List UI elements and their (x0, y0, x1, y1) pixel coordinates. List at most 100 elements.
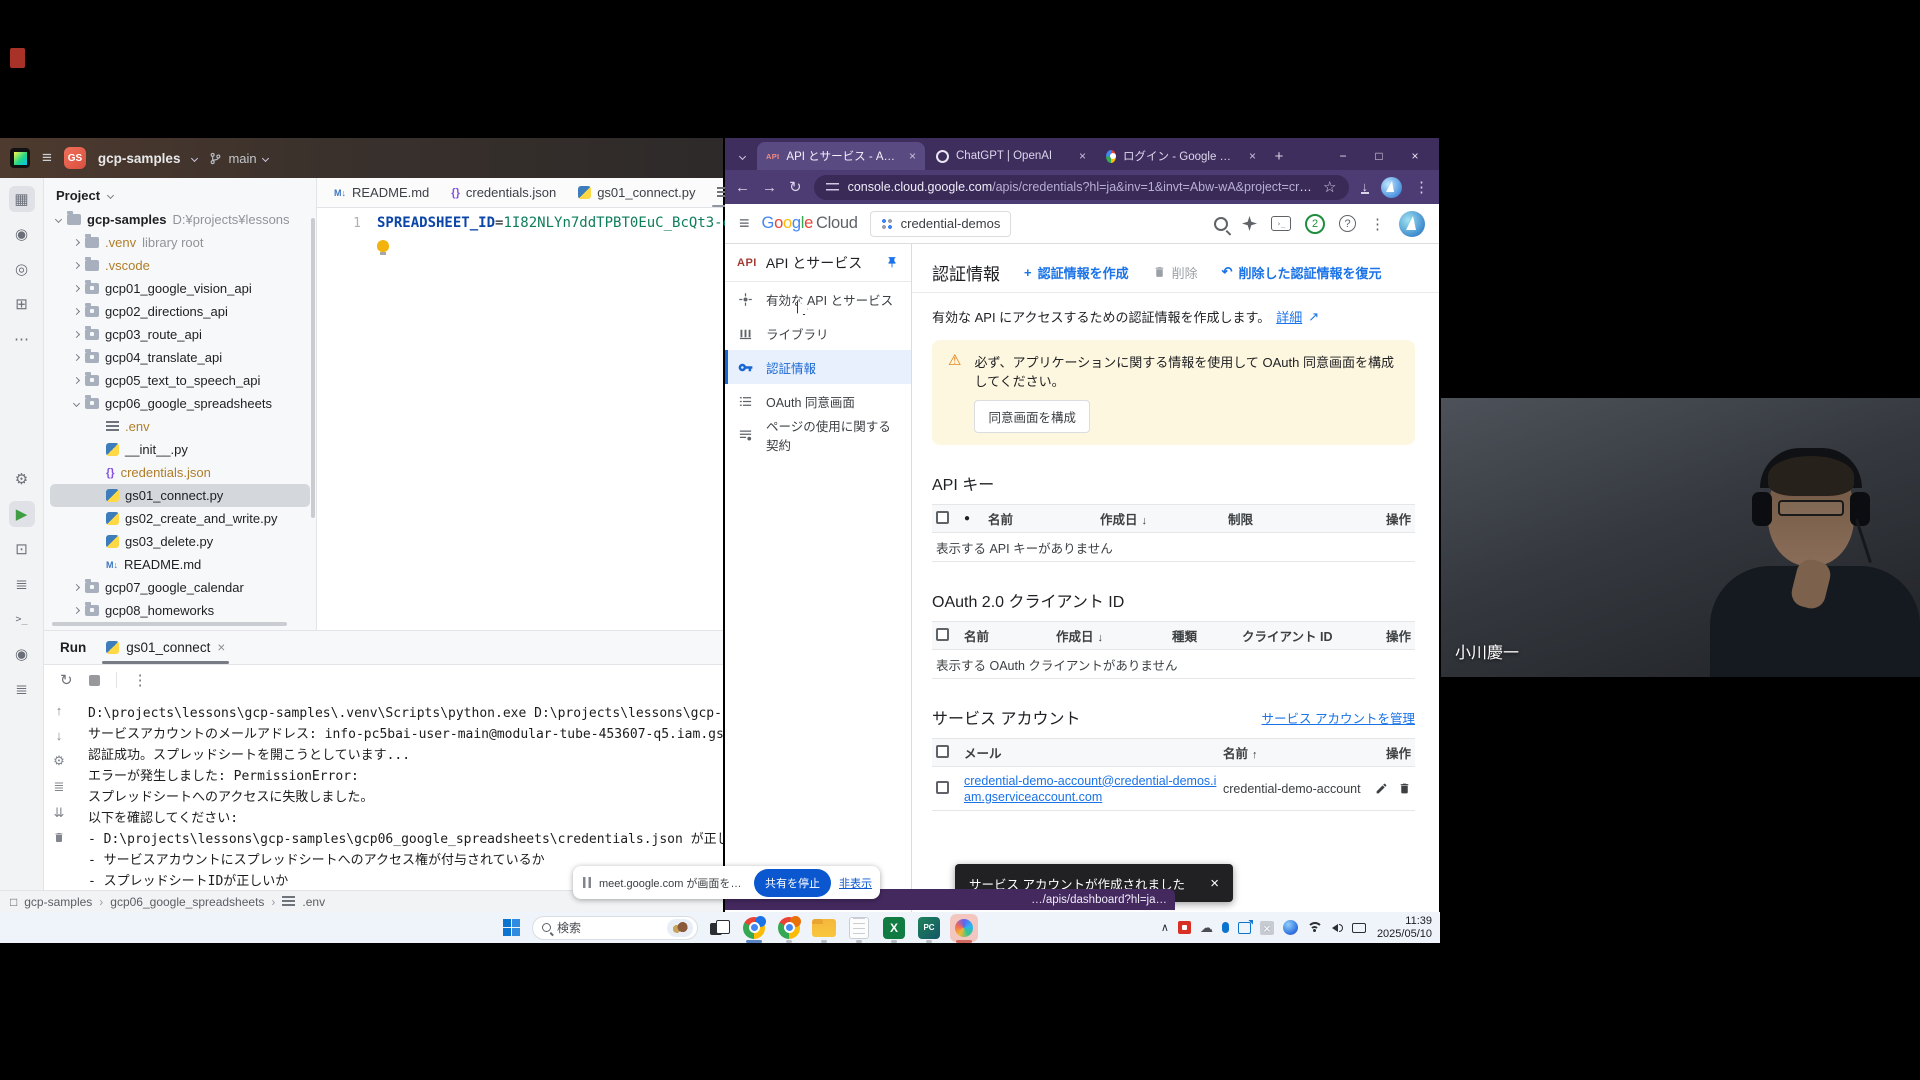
configure-consent-button[interactable]: 同意画面を構成 (974, 400, 1090, 433)
column-header[interactable]: 名前 (964, 626, 1056, 645)
main-menu-icon[interactable]: ≡ (42, 148, 52, 168)
chevron-right-icon[interactable] (73, 331, 80, 338)
scroll-to-end-icon[interactable]: ⇊ (54, 805, 65, 821)
site-settings-icon[interactable] (826, 183, 839, 192)
terminal-tool-icon[interactable]: >_ (9, 606, 35, 632)
tab-google-login[interactable]: ログイン - Google アカウント × (1097, 142, 1265, 170)
sidebar-item-enabled-apis[interactable]: 有効な API とサービス (725, 282, 911, 316)
trash-icon[interactable] (1398, 782, 1411, 795)
breadcrumb[interactable]: gcp-samples (24, 895, 92, 909)
gemini-icon[interactable] (1242, 216, 1257, 231)
forward-icon[interactable]: → (762, 179, 777, 196)
sidebar-item-credentials[interactable]: 認証情報 (725, 350, 911, 384)
chevron-right-icon[interactable] (73, 308, 80, 315)
tab-search-icon[interactable] (731, 145, 753, 167)
taskbar-clock[interactable]: 11:39 2025/05/10 (1377, 915, 1432, 941)
column-header[interactable]: 作成日↓ (1056, 626, 1172, 645)
editor-area[interactable]: 1 SPREADSHEET_ID=1I82NLYn7ddTPBT0EuC_BcQ… (317, 208, 723, 630)
scroll-bottom-icon[interactable]: ↓ (56, 728, 63, 743)
rotation-lock-icon[interactable] (1352, 923, 1366, 933)
tab-credentials[interactable]: {} credentials.json (440, 178, 567, 207)
cloud-shell-icon[interactable]: ›_ (1271, 216, 1291, 231)
tree-item-gs02[interactable]: gs02_create_and_write.py (50, 507, 310, 530)
rerun-icon[interactable]: ↻ (60, 671, 73, 689)
more-options-icon[interactable]: ⋮ (133, 671, 148, 689)
back-icon[interactable]: ← (735, 179, 750, 196)
copilot-tray-icon[interactable] (1283, 920, 1298, 935)
column-header[interactable]: メール (964, 743, 1223, 762)
tree-item-gcp03[interactable]: gcp03_route_api (50, 323, 310, 346)
project-panel-header[interactable]: Project (44, 182, 316, 208)
tree-item-readme[interactable]: M↓ README.md (50, 553, 310, 576)
start-button[interactable] (497, 914, 525, 942)
reload-icon[interactable]: ↻ (789, 178, 802, 196)
scroll-top-icon[interactable]: ↑ (56, 703, 63, 718)
chevron-right-icon[interactable] (73, 285, 80, 292)
chevron-right-icon[interactable] (73, 607, 80, 614)
row-checkbox[interactable] (936, 781, 949, 794)
close-icon[interactable]: × (1210, 875, 1219, 892)
column-header[interactable]: 名前↑ (1223, 743, 1363, 762)
tray-app-icon[interactable] (1178, 921, 1191, 934)
wifi-icon[interactable] (1307, 922, 1323, 933)
minimize-button[interactable]: − (1325, 143, 1361, 169)
commit-tool-icon[interactable]: ◉ (9, 221, 35, 247)
chevron-right-icon[interactable] (73, 262, 80, 269)
console-settings-icon[interactable]: ⚙ (53, 753, 65, 769)
run-config-tab[interactable]: gs01_connect × (106, 631, 225, 664)
chevron-right-icon[interactable] (73, 239, 80, 246)
tree-item-venv[interactable]: .venv library root (50, 231, 310, 254)
tree-item-root[interactable]: gcp-samples D:¥projects¥lessons (50, 208, 310, 231)
tab-readme[interactable]: M↓ README.md (323, 178, 440, 207)
todo-tool-icon[interactable]: ≣ (9, 676, 35, 702)
column-header[interactable]: クライアント ID (1242, 626, 1371, 645)
snip-icon[interactable] (1238, 922, 1251, 934)
taskbar-pycharm[interactable]: PC (915, 914, 943, 942)
profile-avatar[interactable] (1381, 177, 1402, 198)
chevron-down-icon[interactable] (55, 216, 62, 223)
stop-sharing-button[interactable]: 共有を停止 (754, 869, 831, 897)
taskbar-explorer[interactable] (810, 914, 838, 942)
console-output[interactable]: D:\projects\lessons\gcp-samples\.venv\Sc… (74, 695, 723, 890)
more-options-icon[interactable]: ⋮ (1370, 215, 1385, 233)
address-bar[interactable]: console.cloud.google.com/apis/credential… (814, 175, 1349, 200)
column-header[interactable]: 名前 (988, 509, 1100, 528)
chevron-down-icon[interactable] (73, 400, 80, 407)
delete-button[interactable]: 削除 (1153, 263, 1198, 282)
tree-item-vscode[interactable]: .vscode (50, 254, 310, 277)
project-name[interactable]: gcp-samples (98, 151, 181, 166)
run-tool-icon[interactable]: ▶ (9, 501, 35, 527)
service-account-row[interactable]: credential-demo-account@credential-demos… (932, 767, 1415, 811)
tree-item-gs01-selected[interactable]: gs01_connect.py (50, 484, 310, 507)
sidebar-item-library[interactable]: ライブラリ (725, 316, 911, 350)
project-selector[interactable]: credential-demos (870, 211, 1012, 237)
stop-icon[interactable] (89, 675, 100, 686)
help-icon[interactable]: ? (1339, 215, 1356, 232)
close-icon[interactable]: × (909, 149, 916, 163)
clear-console-icon[interactable] (53, 831, 65, 844)
taskbar-excel[interactable]: X (880, 914, 908, 942)
chrome-menu-icon[interactable]: ⋮ (1414, 178, 1429, 196)
search-icon[interactable] (1214, 217, 1228, 231)
tab-gcp-credentials[interactable]: API API とサービス - API とサービス - c × (757, 142, 925, 170)
column-header[interactable]: 制限 (1228, 509, 1371, 528)
tab-gs01[interactable]: gs01_connect.py (567, 178, 706, 207)
tree-item-gcp02[interactable]: gcp02_directions_api (50, 300, 310, 323)
more-tools-icon[interactable]: ⋯ (9, 326, 35, 352)
learn-more-link[interactable]: 詳細 (1276, 307, 1302, 326)
taskbar-chrome-2[interactable] (775, 914, 803, 942)
horizontal-scrollbar[interactable] (52, 622, 287, 626)
vertical-scrollbar[interactable] (311, 218, 315, 518)
chevron-right-icon[interactable] (73, 377, 80, 384)
sidebar-item-oauth-consent[interactable]: OAuth 同意画面 (725, 384, 911, 418)
select-all-checkbox[interactable] (936, 745, 949, 758)
intention-bulb-icon[interactable] (377, 240, 389, 252)
column-header[interactable]: 種類 (1172, 626, 1242, 645)
structure-tool-icon[interactable]: ◎ (9, 256, 35, 282)
tray-close-icon[interactable]: × (1260, 921, 1274, 935)
breadcrumb[interactable]: gcp06_google_spreadsheets (110, 895, 264, 909)
service-account-email-link[interactable]: credential-demo-account@credential-demos… (964, 774, 1216, 804)
taskbar-notepad[interactable] (845, 914, 873, 942)
tree-item-gs03[interactable]: gs03_delete.py (50, 530, 310, 553)
taskbar-search[interactable]: 検索 (532, 916, 698, 940)
